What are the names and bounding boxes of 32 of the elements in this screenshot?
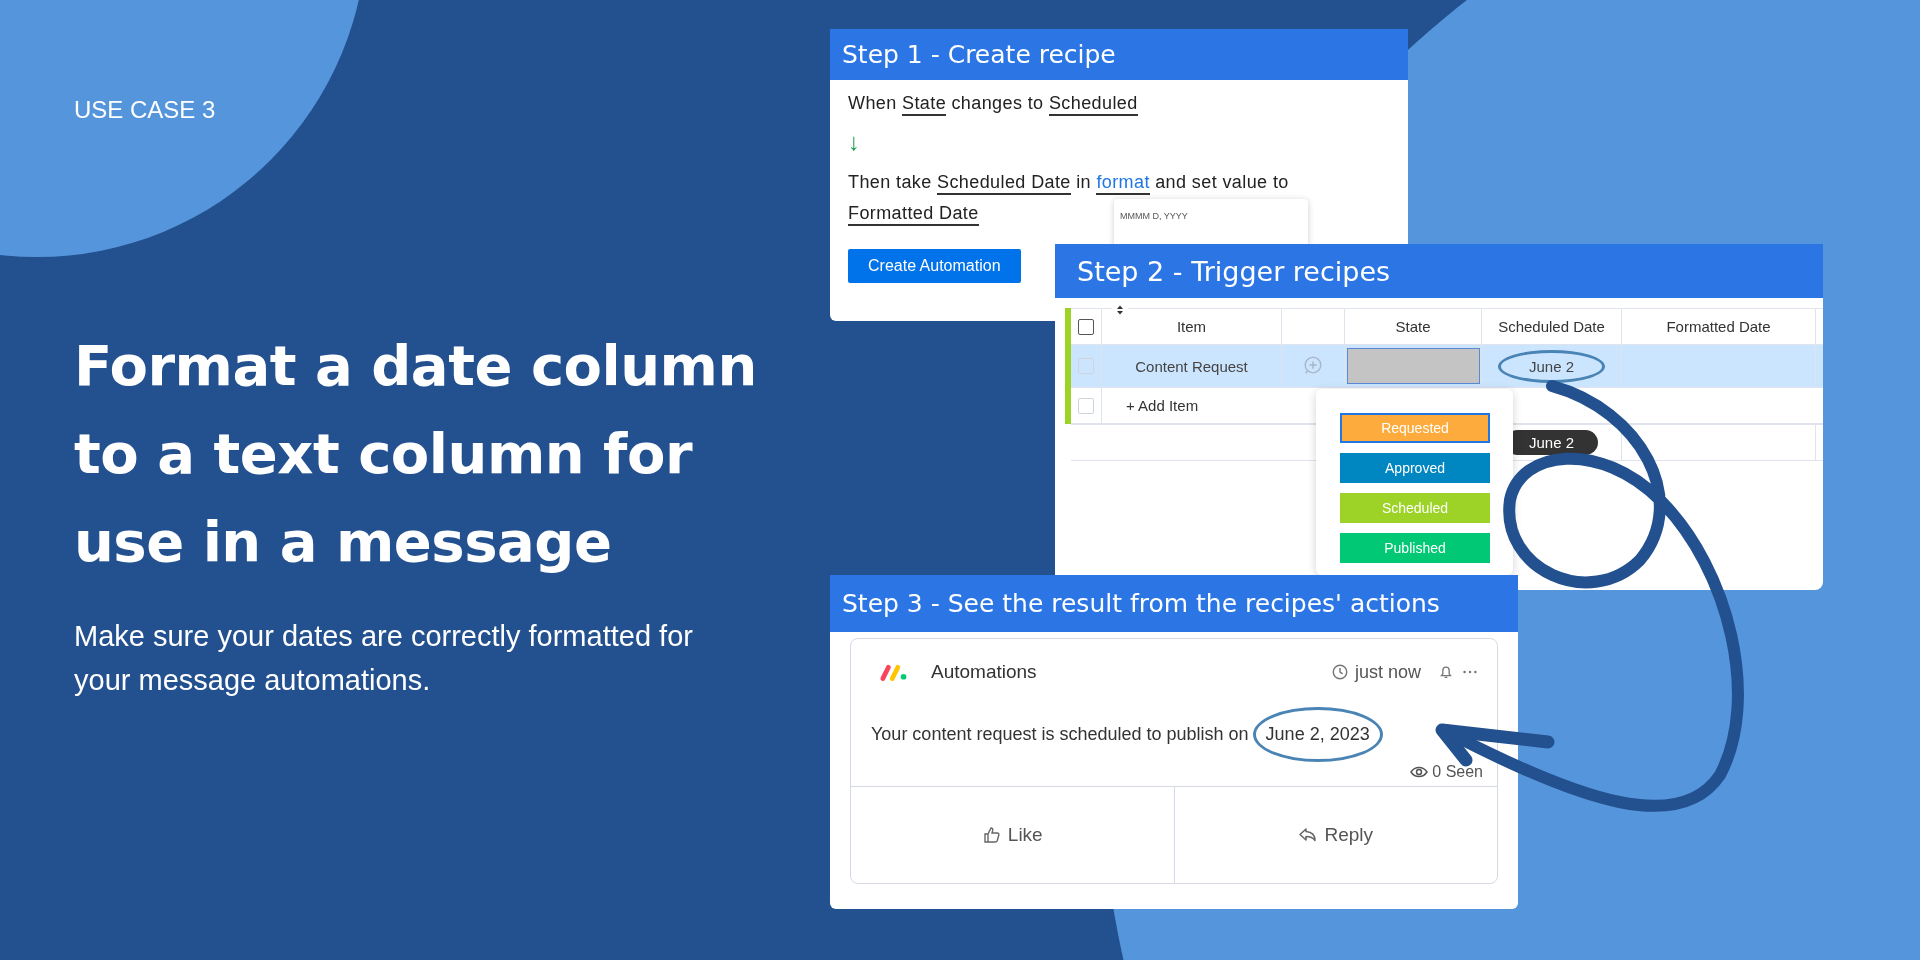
sort-icon[interactable] — [1112, 302, 1128, 318]
subtext: Make sure your dates are correctly formatted for your message automations. — [74, 619, 694, 698]
status-option[interactable]: Approved — [1340, 453, 1490, 483]
headline: Format a date column to a text column for use in a message — [74, 332, 758, 576]
create-automation-button[interactable]: Create Automation — [848, 249, 1021, 283]
column-header[interactable]: Formatted Date — [1622, 309, 1816, 344]
message-text: Your content request is scheduled to publish on — [871, 724, 1249, 745]
checkbox[interactable] — [1078, 318, 1094, 335]
sender-name: Automations — [931, 661, 1037, 683]
card-title: Step 1 - Create recipe — [830, 29, 1408, 80]
like-button[interactable]: Like — [851, 787, 1174, 883]
status-cell[interactable] — [1346, 348, 1480, 384]
date-cell: June 2 — [1497, 349, 1605, 383]
trigger-sentence: When State changes to Scheduled — [848, 88, 1390, 119]
table-cell: Content Request — [1102, 345, 1282, 387]
down-arrow-icon: ↓ — [848, 125, 861, 159]
seen-count[interactable]: 0 Seen — [1409, 762, 1483, 782]
column-header[interactable]: Scheduled Date — [1482, 309, 1622, 344]
timestamp: just now — [1354, 661, 1421, 683]
tagline: USE CASE 3 — [74, 96, 216, 124]
table-row[interactable]: Content Request June 2 — [1071, 345, 1823, 388]
thumbs-up-icon — [981, 825, 1002, 845]
add-item-button[interactable]: + Add Item — [1102, 388, 1199, 423]
card-title: Step 3 - See the result from the recipes' actions — [830, 575, 1518, 632]
reply-button[interactable]: Reply — [1173, 787, 1497, 883]
circled-date: June 2, 2023 — [1252, 707, 1383, 762]
column-header[interactable]: State — [1345, 309, 1482, 344]
card-title: Step 2 - Trigger recipes — [1055, 244, 1823, 298]
format-field[interactable]: MMMM D, YYYY — [1120, 211, 1270, 221]
clock-icon — [1330, 663, 1349, 681]
column-header[interactable]: Item — [1102, 309, 1282, 344]
format-link[interactable]: format — [1096, 172, 1150, 195]
